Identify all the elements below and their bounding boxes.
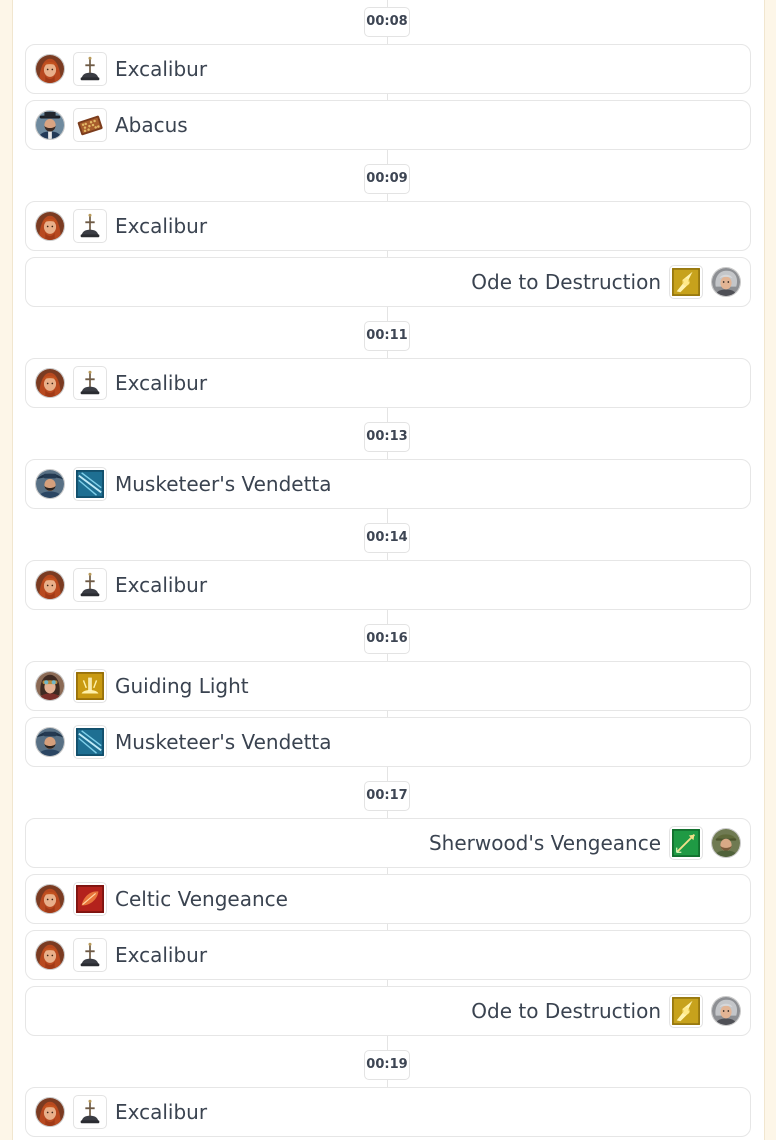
skill-name: Celtic Vengeance bbox=[115, 887, 288, 911]
skill-name: Excalibur bbox=[115, 1100, 208, 1124]
skill-event-row[interactable]: Ode to Destruction bbox=[25, 257, 751, 307]
grey-haired-composer-avatar bbox=[711, 267, 741, 297]
skill-name: Excalibur bbox=[115, 573, 208, 597]
sword-in-stone-icon bbox=[73, 52, 107, 86]
skill-event-row[interactable]: Musketeer's Vendetta bbox=[25, 717, 751, 767]
red-haired-knight-avatar bbox=[35, 570, 65, 600]
bearded-man-hat-avatar bbox=[35, 110, 65, 140]
skill-event-row[interactable]: Musketeer's Vendetta bbox=[25, 459, 751, 509]
sword-in-stone-icon bbox=[73, 568, 107, 602]
timestamp: 00:16 bbox=[364, 624, 410, 654]
red-haired-knight-avatar bbox=[35, 368, 65, 398]
skill-event-row[interactable]: Sherwood's Vengeance bbox=[25, 818, 751, 868]
timestamp: 00:14 bbox=[364, 523, 410, 553]
skill-event-row[interactable]: Excalibur bbox=[25, 358, 751, 408]
skill-name: Musketeer's Vendetta bbox=[115, 730, 332, 754]
skill-name: Abacus bbox=[115, 113, 188, 137]
skill-event-row[interactable]: Excalibur bbox=[25, 930, 751, 980]
musketeer-avatar bbox=[35, 469, 65, 499]
skill-name: Sherwood's Vengeance bbox=[428, 831, 661, 855]
blue-slash-icon bbox=[73, 725, 107, 759]
timestamp: 00:19 bbox=[364, 1050, 410, 1080]
goggles-woman-avatar bbox=[35, 671, 65, 701]
skill-event-row[interactable]: Abacus bbox=[25, 100, 751, 150]
skill-name: Ode to Destruction bbox=[471, 999, 661, 1023]
skill-name: Ode to Destruction bbox=[471, 270, 661, 294]
sword-in-stone-icon bbox=[73, 1095, 107, 1129]
skill-name: Excalibur bbox=[115, 371, 208, 395]
skill-timeline: 00:08 Excalibur Abacus 00:09 Excalibur Ode to… bbox=[0, 0, 776, 1137]
red-leaf-icon bbox=[73, 882, 107, 916]
skill-event-row[interactable]: Guiding Light bbox=[25, 661, 751, 711]
grey-haired-composer-avatar bbox=[711, 996, 741, 1026]
skill-name: Excalibur bbox=[115, 214, 208, 238]
red-haired-knight-avatar bbox=[35, 1097, 65, 1127]
skill-name: Excalibur bbox=[115, 57, 208, 81]
skill-event-row[interactable]: Ode to Destruction bbox=[25, 986, 751, 1036]
timestamp: 00:13 bbox=[364, 422, 410, 452]
skill-event-row[interactable]: Celtic Vengeance bbox=[25, 874, 751, 924]
abacus-icon bbox=[73, 108, 107, 142]
timestamp: 00:09 bbox=[364, 164, 410, 194]
golden-light-icon bbox=[73, 669, 107, 703]
skill-event-row[interactable]: Excalibur bbox=[25, 44, 751, 94]
red-haired-knight-avatar bbox=[35, 884, 65, 914]
green-arrow-icon bbox=[669, 826, 703, 860]
golden-burst-icon bbox=[669, 994, 703, 1028]
skill-name: Musketeer's Vendetta bbox=[115, 472, 332, 496]
skill-event-row[interactable]: Excalibur bbox=[25, 1087, 751, 1137]
skill-event-row[interactable]: Excalibur bbox=[25, 201, 751, 251]
skill-event-row[interactable]: Excalibur bbox=[25, 560, 751, 610]
timestamp: 00:17 bbox=[364, 781, 410, 811]
sword-in-stone-icon bbox=[73, 938, 107, 972]
golden-burst-icon bbox=[669, 265, 703, 299]
skill-name: Guiding Light bbox=[115, 674, 249, 698]
skill-name: Excalibur bbox=[115, 943, 208, 967]
timestamp: 00:11 bbox=[364, 321, 410, 351]
red-haired-knight-avatar bbox=[35, 54, 65, 84]
timestamp: 00:08 bbox=[364, 7, 410, 37]
red-haired-knight-avatar bbox=[35, 940, 65, 970]
sword-in-stone-icon bbox=[73, 209, 107, 243]
musketeer-avatar bbox=[35, 727, 65, 757]
sword-in-stone-icon bbox=[73, 366, 107, 400]
archer-avatar bbox=[711, 828, 741, 858]
red-haired-knight-avatar bbox=[35, 211, 65, 241]
blue-slash-icon bbox=[73, 467, 107, 501]
